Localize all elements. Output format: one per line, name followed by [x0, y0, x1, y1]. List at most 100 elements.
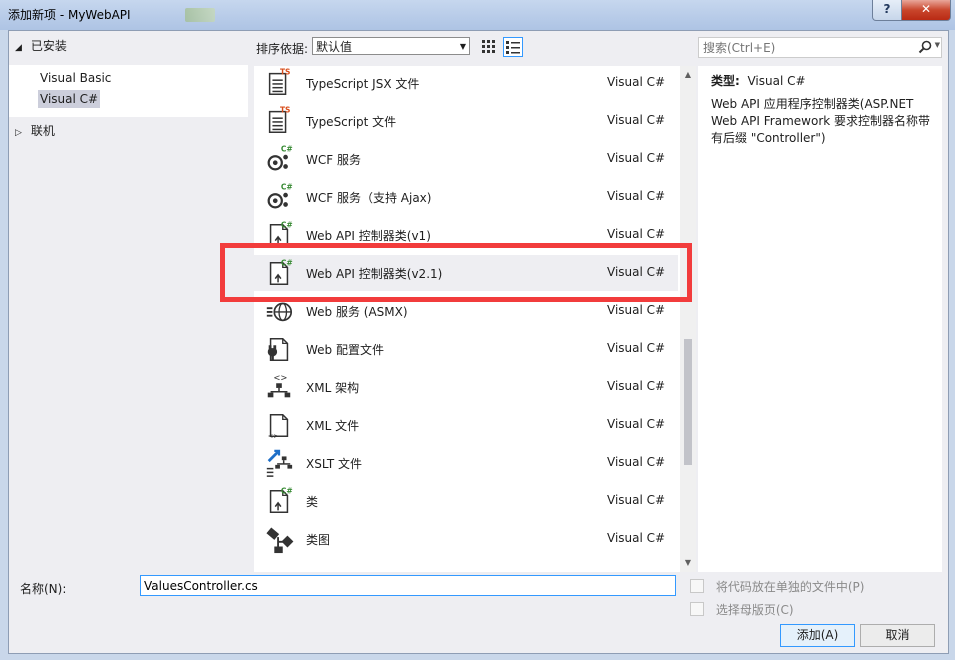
separate-file-checkbox-row: 将代码放在单独的文件中(P) — [690, 578, 864, 595]
search-options-chevron-icon[interactable]: ▼ — [935, 41, 940, 49]
master-page-label: 选择母版页(C) — [715, 603, 794, 617]
svg-text:TS: TS — [280, 68, 291, 77]
template-language: Visual C# — [607, 189, 666, 203]
template-language: Visual C# — [607, 303, 666, 317]
template-name: TypeScript 文件 — [306, 115, 397, 129]
wcf-service-icon: C# — [267, 145, 293, 171]
template-item[interactable]: TS TypeScript 文件 Visual C# — [254, 103, 678, 139]
web-config-icon — [267, 337, 289, 361]
template-name: Web 配置文件 — [306, 343, 384, 357]
template-name: XSLT 文件 — [306, 457, 363, 471]
wcf-service-icon: C# — [267, 183, 293, 209]
template-item[interactable]: TS TypeScript JSX 文件 Visual C# — [254, 66, 678, 101]
svg-text:<>: <> — [273, 372, 287, 382]
chevron-down-icon: ▼ — [459, 42, 466, 51]
template-item[interactable]: C# WCF 服务（支持 Ajax) Visual C# — [254, 179, 678, 215]
title-decoration — [185, 8, 215, 22]
template-language: Visual C# — [607, 227, 666, 241]
tree-node-visual-basic[interactable]: Visual Basic — [38, 69, 113, 87]
template-item[interactable]: XSLT 文件 Visual C# — [254, 445, 678, 481]
tree-node-online[interactable]: ▷ 联机 — [15, 122, 55, 140]
template-language: Visual C# — [607, 455, 666, 469]
template-info-panel: 类型: Visual C# Web API 应用程序控制器类(ASP.NET W… — [698, 66, 942, 572]
controller-class-icon: C# — [269, 259, 293, 285]
master-page-checkbox[interactable] — [690, 602, 704, 616]
expand-arrow-icon: ▷ — [15, 128, 22, 138]
template-language: Visual C# — [607, 113, 666, 127]
controller-class-icon: C# — [269, 221, 293, 247]
xml-file-icon: <> — [268, 413, 289, 440]
template-item[interactable]: C# 类 Visual C# — [254, 483, 678, 519]
close-button[interactable]: ✕ — [901, 0, 951, 21]
template-language: Visual C# — [607, 341, 666, 355]
sort-value: 默认值 — [316, 40, 353, 54]
template-name: WCF 服务（支持 Ajax) — [306, 191, 432, 205]
separate-file-checkbox[interactable] — [690, 579, 704, 593]
template-name: 类图 — [306, 533, 331, 547]
template-item[interactable]: 类图 Visual C# — [254, 521, 678, 557]
template-name: WCF 服务 — [306, 153, 361, 167]
search-input[interactable] — [699, 38, 907, 58]
svg-text:TS: TS — [280, 106, 291, 115]
template-language: Visual C# — [607, 493, 666, 507]
template-language: Visual C# — [607, 379, 666, 393]
master-page-checkbox-row: 选择母版页(C) — [690, 601, 794, 618]
small-icons-view-button[interactable] — [478, 37, 498, 57]
search-box[interactable]: ▼ — [698, 37, 942, 58]
cancel-button[interactable]: 取消 — [860, 624, 935, 647]
svg-text:C#: C# — [281, 145, 293, 154]
search-icon[interactable] — [917, 39, 933, 55]
sort-select[interactable]: 默认值 ▼ — [312, 37, 470, 55]
template-item[interactable]: C# Web API 控制器类(v2.1) Visual C# — [254, 255, 678, 291]
list-view-button[interactable] — [503, 37, 523, 57]
svg-text:<>: <> — [268, 432, 279, 440]
scroll-up-arrow-icon[interactable]: ▲ — [680, 68, 696, 82]
template-name: Web 服务 (ASMX) — [306, 305, 408, 319]
list-scrollbar[interactable]: ▲ ▼ — [680, 66, 696, 572]
info-description: Web API 应用程序控制器类(ASP.NET Web API Framewo… — [711, 97, 931, 145]
xml-schema-icon: <> — [267, 372, 291, 398]
tree-node-visual-csharp[interactable]: Visual C# — [38, 90, 101, 108]
template-item[interactable]: Web 服务 (ASMX) Visual C# — [254, 293, 678, 329]
collapse-arrow-icon: ◢ — [15, 43, 22, 53]
separate-file-label: 将代码放在单独的文件中(P) — [715, 580, 865, 594]
dialog-body: ◢ 已安装 Visual Basic Visual C# ▷ 联机 排序依据: … — [8, 30, 949, 654]
grid-view-icon — [482, 40, 495, 53]
template-item[interactable]: <> XML 架构 Visual C# — [254, 369, 678, 405]
name-input[interactable] — [140, 575, 676, 596]
list-view-icon — [506, 41, 520, 54]
template-name: Web API 控制器类(v1) — [306, 229, 431, 243]
web-service-icon — [266, 302, 293, 322]
help-button[interactable]: ? — [872, 0, 902, 21]
title-bar: 添加新项 - MyWebAPI ? ✕ — [0, 0, 955, 30]
svg-text:C#: C# — [281, 221, 293, 230]
template-item[interactable]: <> XML 文件 Visual C# — [254, 407, 678, 443]
template-name: 类 — [306, 495, 319, 509]
typescript-file-icon: TS — [268, 68, 291, 95]
template-list[interactable]: TS TypeScript JSX 文件 Visual C# TS TypeScript… — [254, 66, 696, 572]
info-type-value: Visual C# — [747, 74, 806, 88]
svg-text:C#: C# — [281, 259, 293, 268]
template-item[interactable]: Web 配置文件 Visual C# — [254, 331, 678, 367]
tree-node-installed[interactable]: ◢ 已安装 — [15, 37, 67, 55]
xslt-file-icon — [266, 449, 293, 477]
class-diagram-icon — [266, 527, 294, 554]
svg-text:C#: C# — [281, 183, 293, 192]
svg-text:C#: C# — [281, 487, 293, 496]
scroll-thumb[interactable] — [684, 339, 692, 465]
template-name: XML 文件 — [306, 419, 360, 433]
typescript-file-icon: TS — [268, 106, 291, 133]
tree-node-label: 已安装 — [30, 39, 67, 53]
template-language: Visual C# — [607, 417, 666, 431]
add-button[interactable]: 添加(A) — [780, 624, 855, 647]
template-language: Visual C# — [607, 75, 666, 89]
sort-label: 排序依据: — [256, 42, 309, 56]
scroll-down-arrow-icon[interactable]: ▼ — [680, 556, 696, 570]
tree-children: Visual Basic Visual C# — [9, 65, 248, 117]
template-language: Visual C# — [607, 531, 666, 545]
template-item[interactable]: C# WCF 服务 Visual C# — [254, 141, 678, 177]
class-icon: C# — [269, 487, 293, 513]
template-name: TypeScript JSX 文件 — [306, 77, 420, 91]
template-item[interactable]: C# Web API 控制器类(v1) Visual C# — [254, 217, 678, 253]
template-name: XML 架构 — [306, 381, 360, 395]
